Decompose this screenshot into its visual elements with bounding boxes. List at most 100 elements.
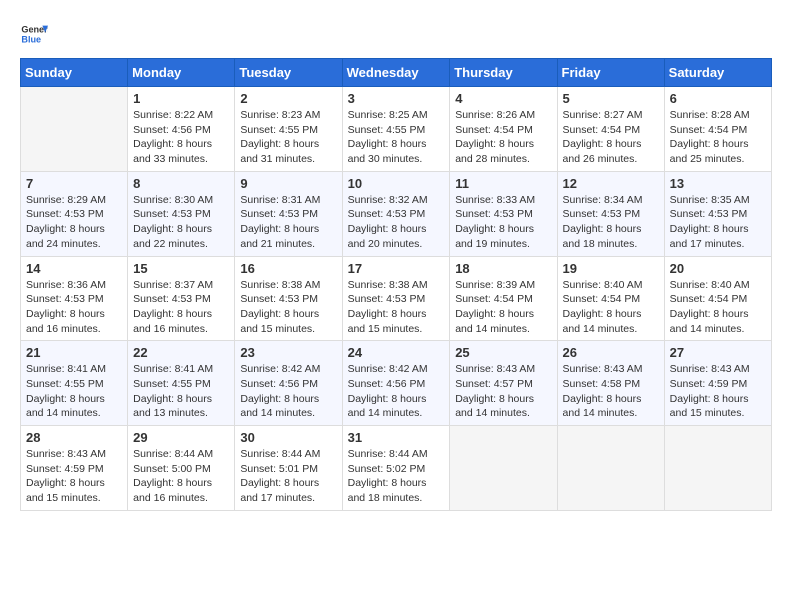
day-number: 10	[348, 176, 445, 191]
day-info: Sunrise: 8:37 AMSunset: 4:53 PMDaylight:…	[133, 278, 229, 337]
day-info: Sunrise: 8:33 AMSunset: 4:53 PMDaylight:…	[455, 193, 551, 252]
day-number: 8	[133, 176, 229, 191]
calendar-cell: 20 Sunrise: 8:40 AMSunset: 4:54 PMDayligh…	[664, 256, 771, 341]
day-number: 29	[133, 430, 229, 445]
day-info: Sunrise: 8:27 AMSunset: 4:54 PMDaylight:…	[563, 108, 659, 167]
col-header-sunday: Sunday	[21, 59, 128, 87]
day-info: Sunrise: 8:25 AMSunset: 4:55 PMDaylight:…	[348, 108, 445, 167]
calendar-cell: 28Sunrise: 8:43 AMSunset: 4:59 PMDayligh…	[21, 426, 128, 511]
day-info: Sunrise: 8:31 AMSunset: 4:53 PMDaylight:…	[240, 193, 336, 252]
day-number: 27	[670, 345, 766, 360]
week-row-3: 14 Sunrise: 8:36 AMSunset: 4:53 PMDayligh…	[21, 256, 772, 341]
col-header-thursday: Thursday	[450, 59, 557, 87]
day-number: 31	[348, 430, 445, 445]
day-info: Sunrise: 8:35 AMSunset: 4:53 PMDaylight:…	[670, 193, 766, 252]
day-info: Sunrise: 8:38 AMSunset: 4:53 PMDaylight:…	[348, 278, 445, 337]
day-number: 19	[563, 261, 659, 276]
day-number: 30	[240, 430, 336, 445]
calendar-cell: 24 Sunrise: 8:42 AMSunset: 4:56 PMDayligh…	[342, 341, 450, 426]
calendar-cell: 29 Sunrise: 8:44 AMSunset: 5:00 PMDayligh…	[128, 426, 235, 511]
day-info: Sunrise: 8:44 AMSunset: 5:02 PMDaylight:…	[348, 447, 445, 506]
day-info: Sunrise: 8:23 AMSunset: 4:55 PMDaylight:…	[240, 108, 336, 167]
calendar-cell: 2 Sunrise: 8:23 AMSunset: 4:55 PMDaylight…	[235, 87, 342, 172]
week-row-5: 28Sunrise: 8:43 AMSunset: 4:59 PMDayligh…	[21, 426, 772, 511]
day-info: Sunrise: 8:40 AMSunset: 4:54 PMDaylight:…	[563, 278, 659, 337]
day-info: Sunrise: 8:26 AMSunset: 4:54 PMDaylight:…	[455, 108, 551, 167]
calendar-cell: 11Sunrise: 8:33 AMSunset: 4:53 PMDayligh…	[450, 171, 557, 256]
calendar-cell: 10 Sunrise: 8:32 AMSunset: 4:53 PMDayligh…	[342, 171, 450, 256]
day-info: Sunrise: 8:41 AMSunset: 4:55 PMDaylight:…	[26, 362, 122, 421]
calendar-cell: 23 Sunrise: 8:42 AMSunset: 4:56 PMDayligh…	[235, 341, 342, 426]
week-row-2: 7 Sunrise: 8:29 AMSunset: 4:53 PMDaylight…	[21, 171, 772, 256]
day-info: Sunrise: 8:28 AMSunset: 4:54 PMDaylight:…	[670, 108, 766, 167]
day-number: 2	[240, 91, 336, 106]
day-number: 4	[455, 91, 551, 106]
day-number: 5	[563, 91, 659, 106]
calendar-cell: 1 Sunrise: 8:22 AMSunset: 4:56 PMDaylight…	[128, 87, 235, 172]
day-number: 26	[563, 345, 659, 360]
logo: General Blue	[20, 20, 48, 48]
day-info: Sunrise: 8:42 AMSunset: 4:56 PMDaylight:…	[240, 362, 336, 421]
day-number: 24	[348, 345, 445, 360]
day-number: 23	[240, 345, 336, 360]
day-number: 14	[26, 261, 122, 276]
logo-icon: General Blue	[20, 20, 48, 48]
calendar-cell: 26Sunrise: 8:43 AMSunset: 4:58 PMDayligh…	[557, 341, 664, 426]
calendar-cell	[21, 87, 128, 172]
calendar-cell: 17Sunrise: 8:38 AMSunset: 4:53 PMDayligh…	[342, 256, 450, 341]
col-header-wednesday: Wednesday	[342, 59, 450, 87]
day-number: 15	[133, 261, 229, 276]
day-info: Sunrise: 8:39 AMSunset: 4:54 PMDaylight:…	[455, 278, 551, 337]
day-number: 7	[26, 176, 122, 191]
calendar-header-row: SundayMondayTuesdayWednesdayThursdayFrid…	[21, 59, 772, 87]
calendar-cell: 3 Sunrise: 8:25 AMSunset: 4:55 PMDaylight…	[342, 87, 450, 172]
svg-text:Blue: Blue	[21, 34, 41, 44]
day-info: Sunrise: 8:40 AMSunset: 4:54 PMDaylight:…	[670, 278, 766, 337]
calendar-cell: 8Sunrise: 8:30 AMSunset: 4:53 PMDaylight…	[128, 171, 235, 256]
day-info: Sunrise: 8:32 AMSunset: 4:53 PMDaylight:…	[348, 193, 445, 252]
calendar-cell: 19 Sunrise: 8:40 AMSunset: 4:54 PMDayligh…	[557, 256, 664, 341]
day-info: Sunrise: 8:43 AMSunset: 4:57 PMDaylight:…	[455, 362, 551, 421]
day-number: 21	[26, 345, 122, 360]
col-header-monday: Monday	[128, 59, 235, 87]
calendar-cell: 4 Sunrise: 8:26 AMSunset: 4:54 PMDaylight…	[450, 87, 557, 172]
calendar-cell: 6 Sunrise: 8:28 AMSunset: 4:54 PMDaylight…	[664, 87, 771, 172]
calendar-cell: 5 Sunrise: 8:27 AMSunset: 4:54 PMDaylight…	[557, 87, 664, 172]
day-info: Sunrise: 8:29 AMSunset: 4:53 PMDaylight:…	[26, 193, 122, 252]
day-info: Sunrise: 8:22 AMSunset: 4:56 PMDaylight:…	[133, 108, 229, 167]
calendar-cell: 14 Sunrise: 8:36 AMSunset: 4:53 PMDayligh…	[21, 256, 128, 341]
day-info: Sunrise: 8:38 AMSunset: 4:53 PMDaylight:…	[240, 278, 336, 337]
day-number: 20	[670, 261, 766, 276]
page-header: General Blue	[20, 20, 772, 48]
day-info: Sunrise: 8:36 AMSunset: 4:53 PMDaylight:…	[26, 278, 122, 337]
calendar-cell: 25 Sunrise: 8:43 AMSunset: 4:57 PMDayligh…	[450, 341, 557, 426]
calendar-table: SundayMondayTuesdayWednesdayThursdayFrid…	[20, 58, 772, 511]
col-header-friday: Friday	[557, 59, 664, 87]
calendar-cell: 30 Sunrise: 8:44 AMSunset: 5:01 PMDayligh…	[235, 426, 342, 511]
day-number: 16	[240, 261, 336, 276]
day-info: Sunrise: 8:44 AMSunset: 5:00 PMDaylight:…	[133, 447, 229, 506]
day-info: Sunrise: 8:44 AMSunset: 5:01 PMDaylight:…	[240, 447, 336, 506]
day-info: Sunrise: 8:42 AMSunset: 4:56 PMDaylight:…	[348, 362, 445, 421]
calendar-cell	[450, 426, 557, 511]
day-number: 1	[133, 91, 229, 106]
calendar-cell: 22 Sunrise: 8:41 AMSunset: 4:55 PMDayligh…	[128, 341, 235, 426]
col-header-saturday: Saturday	[664, 59, 771, 87]
day-number: 22	[133, 345, 229, 360]
week-row-1: 1 Sunrise: 8:22 AMSunset: 4:56 PMDaylight…	[21, 87, 772, 172]
calendar-cell: 7 Sunrise: 8:29 AMSunset: 4:53 PMDaylight…	[21, 171, 128, 256]
day-number: 25	[455, 345, 551, 360]
day-number: 3	[348, 91, 445, 106]
day-number: 6	[670, 91, 766, 106]
day-info: Sunrise: 8:41 AMSunset: 4:55 PMDaylight:…	[133, 362, 229, 421]
day-info: Sunrise: 8:34 AMSunset: 4:53 PMDaylight:…	[563, 193, 659, 252]
day-info: Sunrise: 8:43 AMSunset: 4:59 PMDaylight:…	[670, 362, 766, 421]
day-number: 12	[563, 176, 659, 191]
calendar-cell: 16 Sunrise: 8:38 AMSunset: 4:53 PMDayligh…	[235, 256, 342, 341]
calendar-cell: 9Sunrise: 8:31 AMSunset: 4:53 PMDaylight…	[235, 171, 342, 256]
day-number: 28	[26, 430, 122, 445]
calendar-cell	[664, 426, 771, 511]
calendar-cell: 12 Sunrise: 8:34 AMSunset: 4:53 PMDayligh…	[557, 171, 664, 256]
col-header-tuesday: Tuesday	[235, 59, 342, 87]
calendar-cell	[557, 426, 664, 511]
